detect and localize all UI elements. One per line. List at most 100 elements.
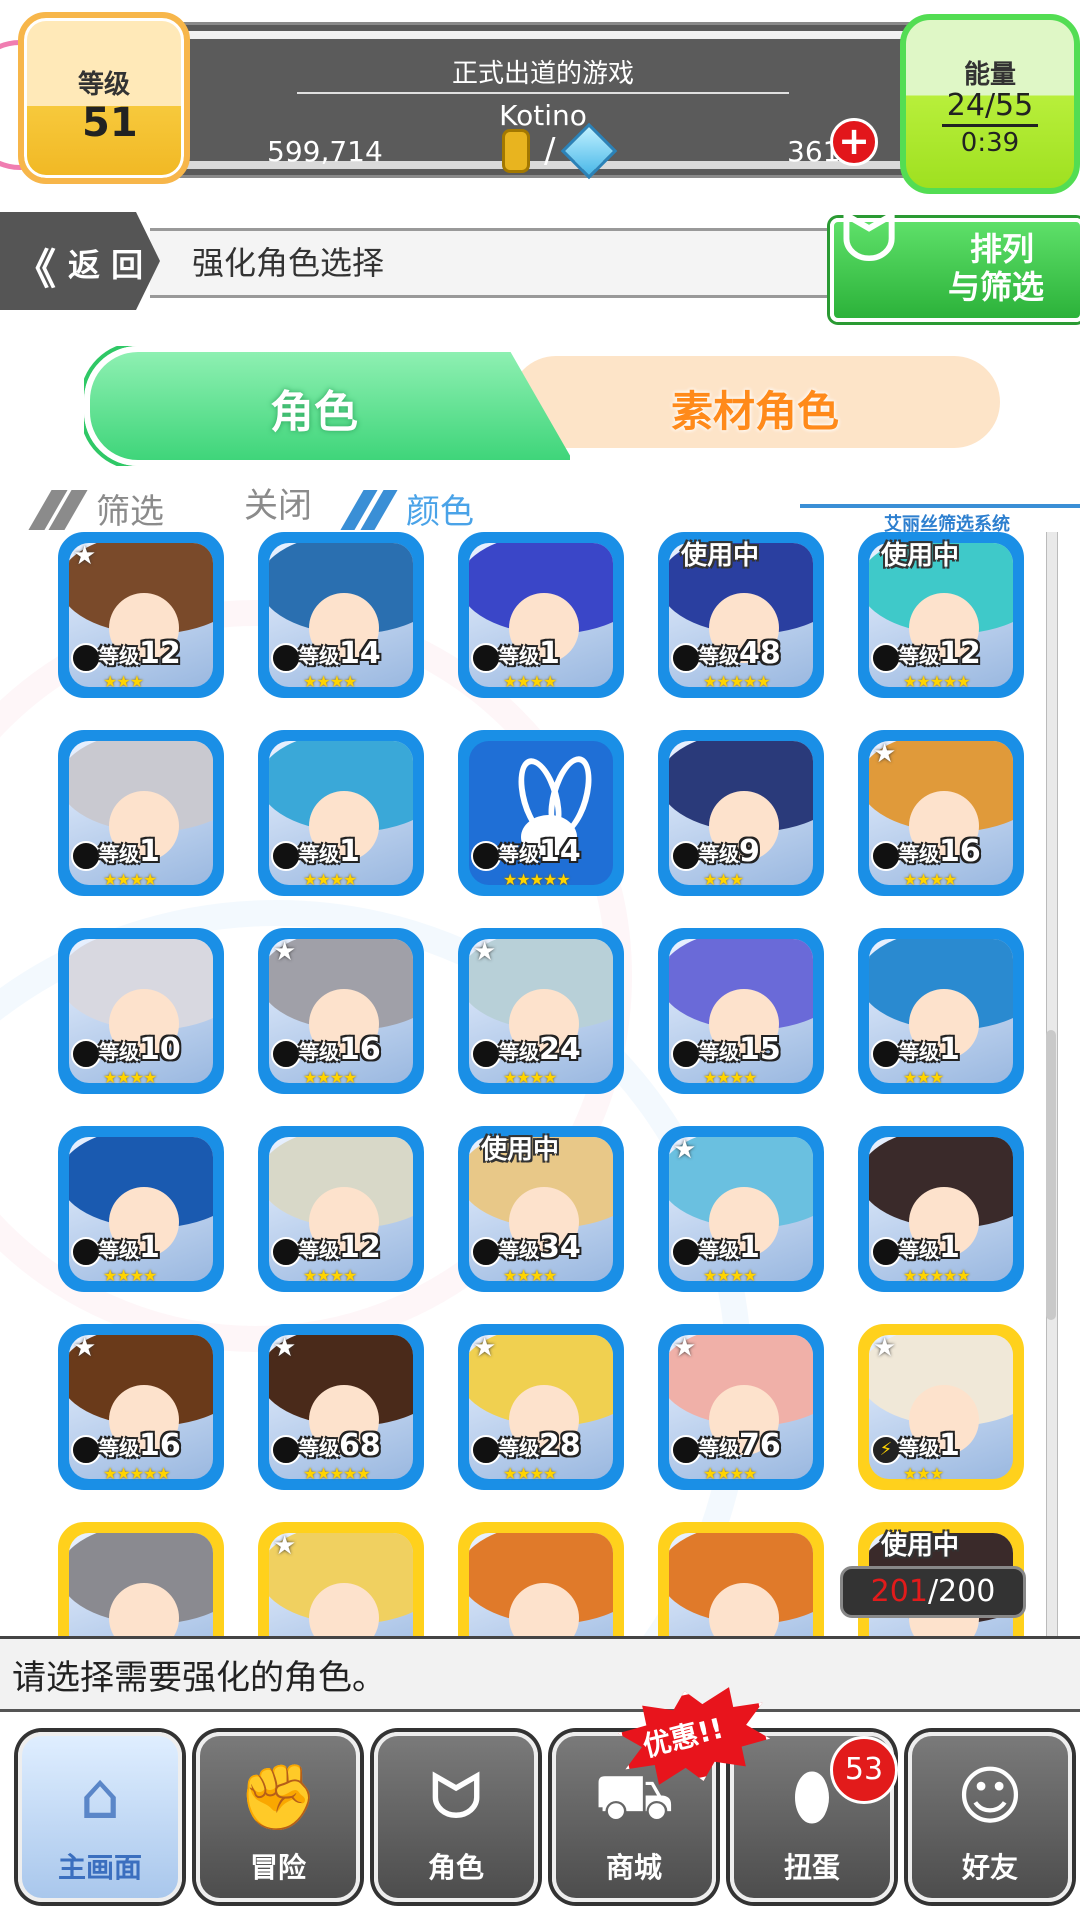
character-level: 等级1 (899, 1230, 960, 1265)
rarity-stars: ★★★★ (103, 870, 157, 889)
player-panel-inner: 正式出道的游戏 Kotino 599,714 / 361 (167, 39, 919, 180)
rarity-stars: ★★★ (903, 1068, 944, 1087)
rarity-stars: ★★★★ (703, 1266, 757, 1285)
scrollbar-thumb[interactable] (1046, 1030, 1056, 1320)
coin-icon (502, 129, 530, 173)
character-card[interactable]: 等级1 ★★★ (858, 928, 1024, 1094)
character-level: 等级10 (99, 1032, 181, 1067)
level-number: 48 (739, 636, 781, 671)
character-card[interactable] (58, 1522, 224, 1636)
energy-box[interactable]: 能量 24/55 0:39 (900, 14, 1080, 194)
favorite-star-icon: ★ (273, 1531, 297, 1561)
rarity-stars: ★★★★ (103, 1266, 157, 1285)
add-gem-button[interactable]: + (830, 118, 878, 166)
character-card[interactable]: 等级14 ★★★★ (258, 532, 424, 698)
character-card[interactable] (458, 1522, 624, 1636)
character-grid: ★ 等级12 ★★★ 等级14 ★★★★ 等级1 ★★★★ 使用中 等级48 ★★★★★ 使用中 等级… (0, 532, 1050, 1636)
character-card[interactable]: 使用中 等级12 ★★★★★ (858, 532, 1024, 698)
character-level: 等级1 (299, 834, 360, 869)
in-use-label: 使用中 (481, 1135, 560, 1165)
player-name: Kotino (499, 99, 587, 132)
character-card[interactable]: 等级1 ★★★★ (258, 730, 424, 896)
level-prefix: 等级 (499, 1040, 539, 1064)
water-icon (471, 1237, 501, 1267)
nav-button-bunny[interactable]: ᗢ 角色 (374, 1732, 538, 1902)
character-card[interactable]: 等级12 ★★★★ (258, 1126, 424, 1292)
level-prefix: 等级 (499, 1436, 539, 1460)
filter-close-toggle[interactable]: 关闭 (244, 478, 312, 527)
water-icon (671, 643, 701, 673)
character-level: 等级12 (299, 1230, 381, 1265)
character-card[interactable]: 等级9 ★★★ (658, 730, 824, 896)
character-card[interactable]: 等级10 ★★★★ (58, 928, 224, 1094)
level-box: 等级 51 (18, 12, 190, 184)
water-icon (271, 1237, 301, 1267)
character-card[interactable]: 等级1 ★★★★ (458, 532, 624, 698)
character-card[interactable]: ★ 等级28 ★★★★ (458, 1324, 624, 1490)
character-card[interactable]: ★ 等级16 ★★★★★ (58, 1324, 224, 1490)
double-chevron-left-icon[interactable]: 《 (14, 236, 56, 297)
water-icon (471, 1435, 501, 1465)
character-card[interactable] (658, 1522, 824, 1636)
nav-button-fist[interactable]: ✊ 冒险 (196, 1732, 360, 1902)
level-prefix: 等级 (99, 1040, 139, 1064)
water-icon (71, 643, 101, 673)
water-icon (871, 643, 901, 673)
level-number: 14 (339, 636, 381, 671)
level-label: 等级 (77, 70, 130, 100)
character-card[interactable]: ★ 等级1 ★★★★ (658, 1126, 824, 1292)
level-number: 28 (539, 1428, 581, 1463)
gem-icon (561, 122, 618, 180)
sort-filter-button[interactable]: ᗢ 排列 与筛选 (830, 196, 1080, 322)
level-prefix: 等级 (899, 1436, 939, 1460)
cart-icon: ⛟ (593, 1760, 675, 1834)
level-prefix: 等级 (99, 1436, 139, 1460)
level-prefix: 等级 (99, 644, 139, 668)
water-icon (71, 1039, 101, 1069)
favorite-star-icon: ★ (873, 739, 897, 769)
water-icon (671, 1237, 701, 1267)
sort-filter-label: 与筛选 (948, 268, 1045, 306)
character-card[interactable]: 等级1 ★★★★ (58, 730, 224, 896)
rarity-stars: ★★★★ (303, 1266, 357, 1285)
character-card[interactable]: ★ ⚡ 等级1 ★★★ (858, 1324, 1024, 1490)
character-card[interactable]: 等级14 ★★★★★ (458, 730, 624, 896)
level-prefix: 等级 (899, 1040, 939, 1064)
player-panel: 正式出道的游戏 Kotino 599,714 / 361 (150, 22, 936, 180)
character-card[interactable]: ★ 等级76 ★★★★ (658, 1324, 824, 1490)
rarity-stars: ★★★★ (503, 1266, 557, 1285)
fist-icon: ✊ (238, 1761, 318, 1835)
hint-text: 请选择需要强化的角色。 (12, 1658, 386, 1698)
character-level: 等级12 (99, 636, 181, 671)
level-number: 12 (939, 636, 981, 671)
rarity-stars: ★★★ (703, 870, 744, 889)
rarity-stars: ★★★★ (703, 1068, 757, 1087)
character-card[interactable]: ★ (258, 1522, 424, 1636)
nav-label: 扭蛋 (783, 1851, 840, 1884)
nav-button-home[interactable]: ⌂ 主画面 (18, 1732, 182, 1902)
favorite-star-icon: ★ (673, 1333, 697, 1363)
color-filter-toggle[interactable]: 颜色 (406, 484, 474, 533)
bunny-icon: ᗢ (429, 1760, 483, 1834)
character-card[interactable]: 使用中 等级48 ★★★★★ (658, 532, 824, 698)
level-prefix: 等级 (299, 1040, 339, 1064)
character-card[interactable]: ★ 等级68 ★★★★★ (258, 1324, 424, 1490)
rarity-stars: ★★★★ (903, 870, 957, 889)
character-card[interactable]: 等级15 ★★★★ (658, 928, 824, 1094)
nav-button-friends[interactable]: ☺ 好友 (908, 1732, 1072, 1902)
character-card[interactable]: ★ 等级24 ★★★★ (458, 928, 624, 1094)
back-button-label[interactable]: 返 回 (68, 240, 143, 286)
water-icon (271, 1039, 301, 1069)
character-card[interactable]: 等级1 ★★★★★ (858, 1126, 1024, 1292)
character-card[interactable]: 等级1 ★★★★ (58, 1126, 224, 1292)
water-icon (871, 1237, 901, 1267)
tab-material-characters[interactable]: 素材角色 (510, 356, 1000, 448)
level-number: 12 (139, 636, 181, 671)
level-prefix: 等级 (699, 644, 739, 668)
character-card[interactable]: 使用中 等级34 ★★★★ (458, 1126, 624, 1292)
character-card[interactable]: ★ 等级16 ★★★★ (258, 928, 424, 1094)
filter-toggle[interactable]: 筛选 (96, 484, 164, 533)
character-card[interactable]: ★ 等级16 ★★★★ (858, 730, 1024, 896)
level-prefix: 等级 (699, 842, 739, 866)
character-card[interactable]: ★ 等级12 ★★★ (58, 532, 224, 698)
